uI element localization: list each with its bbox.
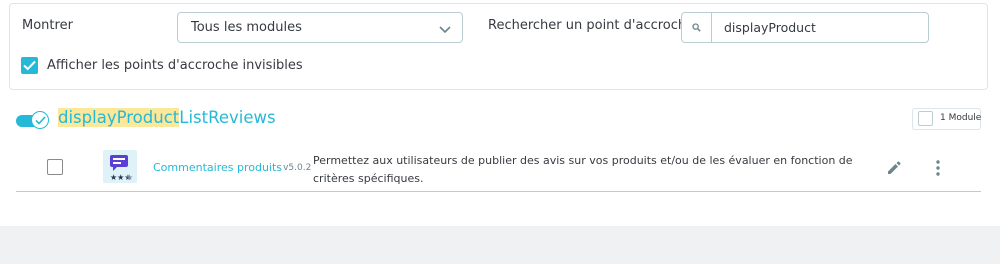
search-addon — [682, 13, 712, 42]
page-footer-band — [0, 226, 1000, 264]
module-description: Permettez aux utilisateurs de publier de… — [313, 154, 853, 185]
invisible-hooks-label: Afficher les points d'accroche invisible… — [47, 58, 303, 73]
search-icon — [692, 23, 701, 32]
module-version: - v5.0.2 — [277, 163, 312, 173]
search-label: Rechercher un point d'accroche — [488, 18, 695, 33]
select-all-checkbox[interactable] — [918, 111, 933, 126]
edit-icon[interactable] — [886, 160, 902, 176]
more-actions-icon[interactable] — [933, 159, 943, 177]
invisible-hooks-checkbox[interactable] — [21, 57, 38, 74]
modules-select-value: Tous les modules — [191, 20, 302, 35]
svg-text:★: ★ — [126, 173, 133, 182]
module-name-link[interactable]: Commentaires produits — [153, 161, 282, 174]
module-count: 1 Module — [940, 113, 982, 123]
hook-title-rest: ListReviews — [179, 108, 276, 127]
toggle-knob — [31, 111, 49, 129]
hook-title-match: displayProduct — [58, 108, 180, 127]
checkmark-icon — [23, 60, 36, 71]
filter-panel: Montrer Tous les modules Rechercher un p… — [9, 3, 988, 90]
select-all-modules[interactable]: 1 Module — [912, 108, 981, 130]
check-icon — [35, 116, 46, 125]
search-input[interactable] — [712, 13, 926, 42]
chevron-down-icon — [439, 26, 451, 34]
product-comments-icon: ★★★ ★ — [103, 150, 137, 183]
hook-search — [681, 12, 929, 43]
show-label: Montrer — [22, 18, 73, 33]
modules-select[interactable]: Tous les modules — [177, 12, 463, 43]
hook-title: displayProductListReviews — [58, 108, 276, 127]
module-select-checkbox[interactable] — [47, 159, 63, 175]
row-divider — [16, 191, 981, 192]
hook-status-toggle[interactable] — [16, 111, 50, 131]
